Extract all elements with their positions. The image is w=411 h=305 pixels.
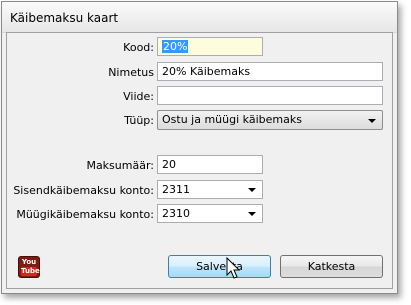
mouse-cursor-icon (226, 257, 241, 279)
chevron-down-icon (248, 212, 256, 216)
chevron-down-icon (248, 188, 256, 192)
output-vat-account-dropdown[interactable]: 2310 (157, 204, 263, 223)
type-label: Tüüp: (124, 114, 154, 127)
vat-card-window: Käibemaksu kaart Kood: 20% Nimetus 20% K… (1, 1, 398, 294)
form-panel: Kood: 20% Nimetus 20% Käibemaks Viide: T… (6, 32, 393, 289)
type-dropdown[interactable]: Ostu ja müügi käibemaks (157, 110, 383, 130)
youtube-you-text: You (21, 258, 37, 266)
code-label: Kood: (123, 41, 154, 54)
window-title: Käibemaksu kaart (10, 11, 119, 25)
reference-label: Viide: (123, 90, 154, 103)
cancel-button[interactable]: Katkesta (280, 255, 383, 278)
input-vat-account-dropdown[interactable]: 2311 (157, 180, 263, 199)
chevron-down-icon (368, 119, 376, 123)
name-label: Nimetus (108, 66, 154, 79)
youtube-tube-text: Tube (21, 267, 40, 276)
type-dropdown-value: Ostu ja müügi käibemaks (162, 113, 302, 126)
reference-field[interactable] (157, 86, 383, 105)
title-bar[interactable]: Käibemaksu kaart (2, 2, 397, 33)
code-field[interactable]: 20% (157, 37, 263, 56)
tax-rate-field[interactable]: 20 (157, 155, 263, 174)
input-vat-account-value: 2311 (162, 183, 190, 196)
code-value: 20% (162, 40, 189, 53)
save-button[interactable]: Salvesta (168, 255, 271, 278)
name-field[interactable]: 20% Käibemaks (157, 62, 383, 81)
output-vat-account-value: 2310 (162, 207, 190, 220)
input-vat-account-label: Sisendkäibemaksu konto: (13, 184, 154, 197)
youtube-icon[interactable]: You Tube (18, 256, 40, 278)
tax-rate-label: Maksumäär: (86, 159, 154, 172)
output-vat-account-label: Müügikäibemaksu konto: (16, 208, 154, 221)
